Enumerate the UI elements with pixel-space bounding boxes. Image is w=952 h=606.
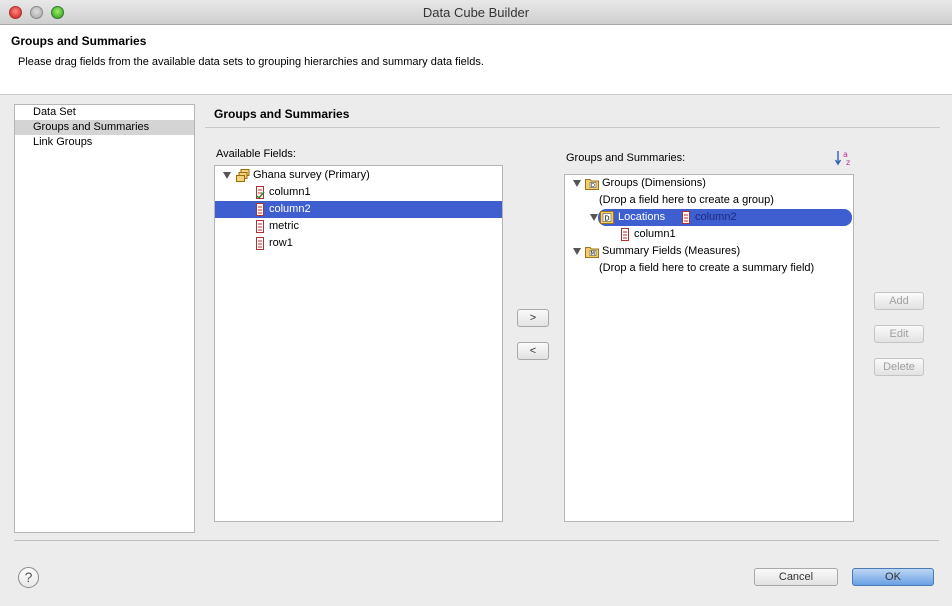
field-icon [256, 203, 264, 216]
svg-text:z: z [846, 158, 850, 167]
delete-button[interactable]: Delete [874, 358, 924, 376]
field-icon [256, 186, 265, 199]
field-icon [621, 228, 629, 241]
dataset-label: Ghana survey (Primary) [253, 169, 370, 181]
field-label: column1 [269, 186, 311, 198]
summary-hint-label: (Drop a field here to create a summary f… [599, 262, 815, 274]
footer-divider [14, 540, 939, 541]
panel-divider [205, 127, 940, 128]
add-button[interactable]: Add [874, 292, 924, 310]
tree-node-dataset[interactable]: Ghana survey (Primary) [215, 167, 502, 184]
svg-text:D: D [604, 215, 609, 223]
field-row-column2[interactable]: column2 [215, 201, 502, 218]
available-fields-tree[interactable]: Ghana survey (Primary) column1 column2 m… [214, 165, 503, 522]
groups-summaries-tree[interactable]: D Groups (Dimensions) (Drop a field here… [564, 174, 854, 522]
page-nav-list: Data Set Groups and Summaries Link Group… [14, 104, 195, 533]
groups-node-label: Groups (Dimensions) [602, 177, 706, 189]
field-icon [256, 237, 264, 250]
summary-node-label: Summary Fields (Measures) [602, 245, 741, 257]
window-title: Data Cube Builder [422, 5, 530, 20]
groups-hint-label: (Drop a field here to create a group) [599, 194, 774, 206]
add-to-groups-button[interactable]: > [517, 309, 549, 327]
sort-az-icon[interactable]: a z [835, 149, 853, 167]
remove-from-groups-button[interactable]: < [517, 342, 549, 360]
ok-button[interactable]: OK [852, 568, 934, 586]
expand-triangle-icon[interactable] [573, 180, 581, 187]
field-label: row1 [269, 237, 293, 249]
groups-summaries-label: Groups and Summaries: [566, 152, 686, 164]
expand-triangle-icon[interactable] [573, 248, 581, 255]
svg-text:M: M [591, 251, 595, 257]
available-fields-label: Available Fields: [216, 148, 296, 160]
expand-triangle-icon[interactable] [590, 214, 598, 221]
field-label: metric [269, 220, 299, 232]
tree-node-level[interactable]: column1 [565, 226, 853, 243]
nav-item-groups-and-summaries[interactable]: Groups and Summaries [15, 120, 194, 135]
tree-node-groups[interactable]: D Groups (Dimensions) [565, 175, 853, 192]
cancel-button[interactable]: Cancel [754, 568, 838, 586]
measures-folder-icon: M [585, 247, 599, 258]
groups-folder-icon: D [585, 179, 599, 190]
title-bar: Data Cube Builder [0, 0, 952, 25]
nav-item-data-set[interactable]: Data Set [15, 105, 194, 120]
field-icon [256, 220, 264, 233]
tree-node-summary[interactable]: M Summary Fields (Measures) [565, 243, 853, 260]
field-label: column2 [269, 203, 311, 215]
field-icon [682, 211, 690, 224]
edit-button[interactable]: Edit [874, 325, 924, 343]
nav-item-link-groups[interactable]: Link Groups [15, 135, 194, 150]
header-banner: Groups and Summaries Please drag fields … [0, 25, 952, 95]
groups-drop-hint[interactable]: (Drop a field here to create a group) [565, 192, 853, 209]
tree-node-dimension[interactable]: D Locations column2 [598, 209, 852, 226]
dataset-icon [236, 169, 250, 182]
panel-title: Groups and Summaries [214, 107, 350, 121]
dimension-icon: D [600, 211, 614, 224]
dimension-label: Locations [618, 211, 666, 223]
field-row-column1[interactable]: column1 [215, 184, 502, 201]
header-title: Groups and Summaries [11, 34, 147, 48]
field-row-metric[interactable]: metric [215, 218, 502, 235]
svg-text:D: D [591, 183, 595, 189]
dimension-field-label: column2 [695, 211, 737, 223]
header-description: Please drag fields from the available da… [18, 56, 484, 68]
field-row-row1[interactable]: row1 [215, 235, 502, 252]
data-cube-builder-window: Data Cube Builder Groups and Summaries P… [0, 0, 952, 606]
expand-triangle-icon[interactable] [223, 172, 231, 179]
summary-drop-hint[interactable]: (Drop a field here to create a summary f… [565, 260, 853, 277]
help-icon[interactable]: ? [18, 567, 39, 588]
level-label: column1 [634, 228, 676, 240]
